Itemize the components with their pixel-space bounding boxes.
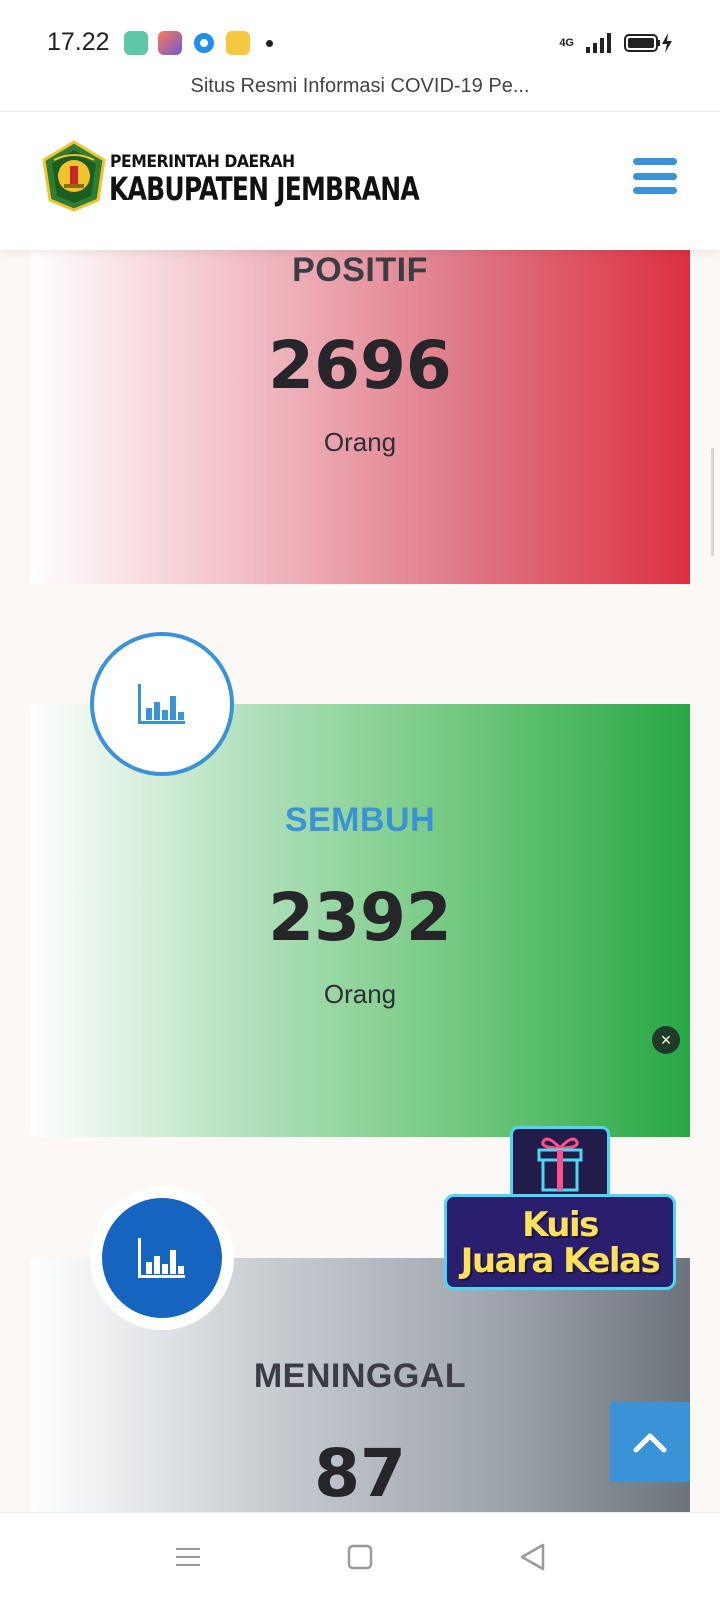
site-header: PEMERINTAH DAERAH KABUPATEN JEMBRANA <box>0 112 720 250</box>
quiz-ad-panel: Kuis Juara Kelas <box>444 1194 676 1290</box>
sembuh-title: SEMBUH <box>284 801 436 839</box>
hamburger-menu-icon[interactable] <box>633 158 677 194</box>
back-triangle-icon[interactable] <box>512 1537 552 1577</box>
gift-icon <box>510 1126 610 1196</box>
sembuh-bar-chart-icon <box>90 632 234 776</box>
browser-title-bar[interactable]: Situs Resmi Informasi COVID-19 Pe... <box>0 68 720 112</box>
system-icons: 4G <box>559 32 674 54</box>
positif-title: POSITIF <box>292 251 428 289</box>
network-type-label: 4G <box>559 37 574 49</box>
positif-unit: Orang <box>323 427 397 457</box>
meninggal-title: MENINGGAL <box>253 1357 467 1395</box>
sembuh-count: 2392 <box>268 879 452 956</box>
quiz-ad-line1: Kuis <box>522 1205 599 1245</box>
org-name-line1: PEMERINTAH DAERAH <box>110 152 295 172</box>
kabupaten-jembrana-emblem[interactable] <box>40 140 108 212</box>
quiz-ad-banner[interactable]: Kuis Juara Kelas <box>444 1126 676 1290</box>
page-title: Situs Resmi Informasi COVID-19 Pe... <box>190 75 530 97</box>
signal-icon <box>586 33 611 53</box>
home-square-icon[interactable] <box>340 1537 380 1577</box>
ad-close-button[interactable]: × <box>652 1026 680 1054</box>
quiz-ad-line2: Juara Kelas <box>460 1241 661 1281</box>
stat-card-sembuh: SEMBUH 2392 Orang <box>30 704 690 1137</box>
shortcut-app-icon <box>158 31 182 55</box>
sembuh-unit: Orang <box>323 979 397 1009</box>
stat-card-positif: POSITIF 2696 Orang <box>30 250 690 584</box>
browser-app-icon <box>192 31 216 55</box>
battery-charging-icon <box>624 33 672 53</box>
system-navigation-bar <box>0 1512 720 1600</box>
meninggal-count: 87 <box>314 1435 406 1512</box>
notification-icons <box>124 30 273 56</box>
org-name-line2: KABUPATEN JEMBRANA <box>109 170 420 208</box>
more-notifications-dot <box>266 39 273 47</box>
page-scrollbar[interactable] <box>711 448 714 556</box>
calculator-app-icon <box>124 31 148 55</box>
back-to-top-button[interactable] <box>610 1402 690 1482</box>
meninggal-bar-chart-icon <box>90 1186 234 1330</box>
positif-count: 2696 <box>268 327 452 404</box>
chevron-up-icon <box>633 1433 667 1453</box>
status-time: 17.22 <box>47 28 110 56</box>
recent-apps-icon[interactable] <box>168 1537 208 1577</box>
wallet-app-icon <box>226 31 250 55</box>
